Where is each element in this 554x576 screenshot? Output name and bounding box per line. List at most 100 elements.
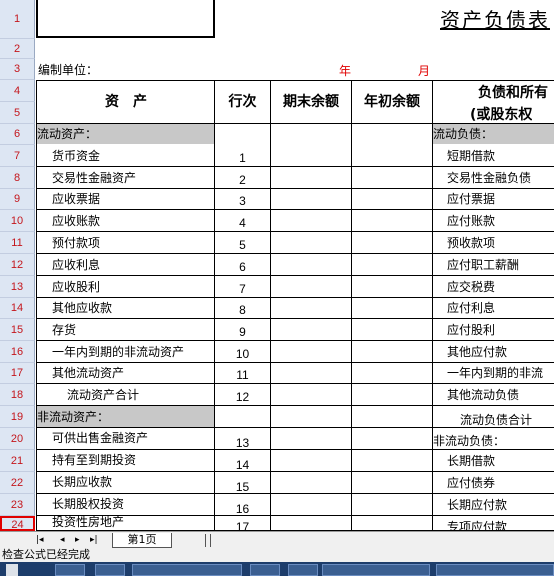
row-header-23[interactable]: 23 xyxy=(0,494,35,516)
liability-item-name[interactable]: 其他应付款 xyxy=(447,341,554,363)
row-header-24[interactable]: 24 xyxy=(0,516,35,531)
vertical-rule xyxy=(270,80,271,531)
row-header-22[interactable]: 22 xyxy=(0,472,35,494)
header-liabilities-line2: (或股东权 xyxy=(470,107,533,123)
taskbar-item-3[interactable] xyxy=(132,564,242,576)
row-header-3[interactable]: 3 xyxy=(0,59,35,80)
noncurrent-asset-name[interactable]: 可供出售金融资产 xyxy=(52,427,215,449)
noncurrent-line-no[interactable]: 16 xyxy=(215,498,270,520)
noncurrent-liability-name[interactable]: 长期借款 xyxy=(447,450,554,472)
row-header-11[interactable]: 11 xyxy=(0,232,35,254)
horizontal-rule xyxy=(36,362,554,363)
liability-item-name[interactable]: 其他流动负债 xyxy=(447,384,554,406)
vertical-rule xyxy=(214,80,215,531)
noncurrent-asset-name[interactable]: 持有至到期投资 xyxy=(52,449,215,471)
noncurrent-assets-section: 非流动资产： xyxy=(37,406,215,428)
current-liabilities-section: 流动负债： xyxy=(433,124,554,144)
horizontal-rule xyxy=(36,427,554,428)
asset-item-name[interactable]: 预付款项 xyxy=(52,232,215,254)
noncurrent-liability-name[interactable]: 专项应付款 xyxy=(447,516,554,531)
vertical-rule xyxy=(432,80,433,531)
horizontal-rule xyxy=(36,471,554,472)
row-header-14[interactable]: 14 xyxy=(0,298,35,319)
horizontal-rule xyxy=(36,405,554,406)
liability-item-name[interactable]: 应交税费 xyxy=(447,276,554,298)
start-icon[interactable] xyxy=(6,564,18,576)
row-header-10[interactable]: 10 xyxy=(0,210,35,232)
row-header-2[interactable]: 2 xyxy=(0,39,35,59)
row-header-5[interactable]: 5 xyxy=(0,102,35,124)
noncurrent-line-no[interactable]: 15 xyxy=(215,476,270,498)
noncurrent-asset-name[interactable]: 长期股权投资 xyxy=(52,493,215,515)
taskbar-item-7[interactable] xyxy=(436,564,554,576)
tab-nav-next[interactable]: ▸ xyxy=(75,535,80,545)
liability-item-name[interactable]: 应付职工薪酬 xyxy=(447,254,554,276)
status-bar: 检查公式已经完成 xyxy=(0,548,554,562)
noncurrent-liability-name[interactable]: 长期应付款 xyxy=(447,494,554,516)
noncurrent-asset-name[interactable]: 长期应收款 xyxy=(52,471,215,493)
tab-nav-last[interactable]: ▸| xyxy=(90,535,98,545)
liability-item-name[interactable]: 应付账款 xyxy=(447,210,554,232)
liability-item-name[interactable]: 预收款项 xyxy=(447,232,554,254)
row-header-17[interactable]: 17 xyxy=(0,363,35,384)
row-header-18[interactable]: 18 xyxy=(0,384,35,406)
asset-item-name[interactable]: 其他应收款 xyxy=(52,298,215,319)
horizontal-rule xyxy=(36,80,554,81)
horizontal-rule xyxy=(36,383,554,384)
horizontal-rule xyxy=(36,493,554,494)
header-end-balance: 期末余额 xyxy=(283,94,339,110)
status-text: 检查公式已经完成 xyxy=(2,548,90,561)
tab-nav-prev[interactable]: ◂ xyxy=(60,535,65,545)
taskbar-item-4[interactable] xyxy=(250,564,280,576)
asset-item-name[interactable]: 应收账款 xyxy=(52,210,215,232)
liability-item-name[interactable]: 应付票据 xyxy=(447,189,554,210)
noncurrent-line-no[interactable]: 14 xyxy=(215,454,270,476)
row-header-12[interactable]: 12 xyxy=(0,254,35,276)
sheet-tab[interactable]: 第1页 xyxy=(112,533,172,548)
spreadsheet-grid[interactable]: 1 2 3 4 5 6 7 8 9 10 11 12 13 14 15 16 17 18 19 20 21 22 23 24 … xyxy=(0,0,554,531)
row-header-7[interactable]: 7 xyxy=(0,145,35,167)
row-header-4[interactable]: 4 xyxy=(0,80,35,102)
horizontal-rule xyxy=(36,340,554,341)
asset-item-name[interactable]: 交易性金融资产 xyxy=(52,167,215,189)
liability-item-name[interactable]: 短期借款 xyxy=(447,145,554,167)
taskbar-item-6[interactable] xyxy=(322,564,430,576)
asset-item-name[interactable]: 存货 xyxy=(52,319,215,341)
taskbar-item-1[interactable] xyxy=(55,564,85,576)
asset-item-name[interactable]: 流动资产合计 xyxy=(67,384,215,406)
row-header-6[interactable]: 6 xyxy=(0,124,35,145)
current-assets-section: 流动资产： xyxy=(37,124,215,144)
horizontal-rule xyxy=(36,253,554,254)
horizontal-rule xyxy=(36,275,554,276)
selected-cell-a1[interactable] xyxy=(36,0,215,38)
row-header-20[interactable]: 20 xyxy=(0,428,35,450)
horizontal-rule xyxy=(36,515,554,516)
row-header-16[interactable]: 16 xyxy=(0,341,35,363)
noncurrent-liability-name[interactable]: 应付债券 xyxy=(447,472,554,494)
asset-item-name[interactable]: 一年内到期的非流动资产 xyxy=(52,341,215,363)
liability-item-name[interactable]: 交易性金融负债 xyxy=(447,167,554,189)
liability-item-name[interactable]: 应付利息 xyxy=(447,298,554,319)
asset-item-name[interactable]: 应收票据 xyxy=(52,189,215,210)
row-header-8[interactable]: 8 xyxy=(0,167,35,189)
asset-item-name[interactable]: 应收股利 xyxy=(52,276,215,298)
liability-item-name[interactable]: 一年内到期的非流 xyxy=(447,363,554,384)
row-header-13[interactable]: 13 xyxy=(0,276,35,298)
report-title: 资产负债表 xyxy=(440,8,550,32)
taskbar-item-5[interactable] xyxy=(288,564,318,576)
row-header-21[interactable]: 21 xyxy=(0,450,35,472)
noncurrent-line-no[interactable]: 13 xyxy=(215,432,270,454)
asset-item-name[interactable]: 其他流动资产 xyxy=(52,363,215,384)
row-header-9[interactable]: 9 xyxy=(0,189,35,210)
asset-item-name[interactable]: 货币资金 xyxy=(52,145,215,167)
taskbar-item-2[interactable] xyxy=(95,564,125,576)
row-header-15[interactable]: 15 xyxy=(0,319,35,341)
horizontal-rule xyxy=(36,166,554,167)
row-header-19[interactable]: 19 xyxy=(0,406,35,428)
liability-item-name[interactable]: 应付股利 xyxy=(447,319,554,341)
scroll-split-handle[interactable] xyxy=(205,534,211,547)
noncurrent-asset-name[interactable]: 投资性房地产 xyxy=(52,515,215,530)
row-header-1[interactable]: 1 xyxy=(0,0,35,39)
tab-nav-first[interactable]: |◂ xyxy=(36,535,44,545)
asset-item-name[interactable]: 应收利息 xyxy=(52,254,215,276)
